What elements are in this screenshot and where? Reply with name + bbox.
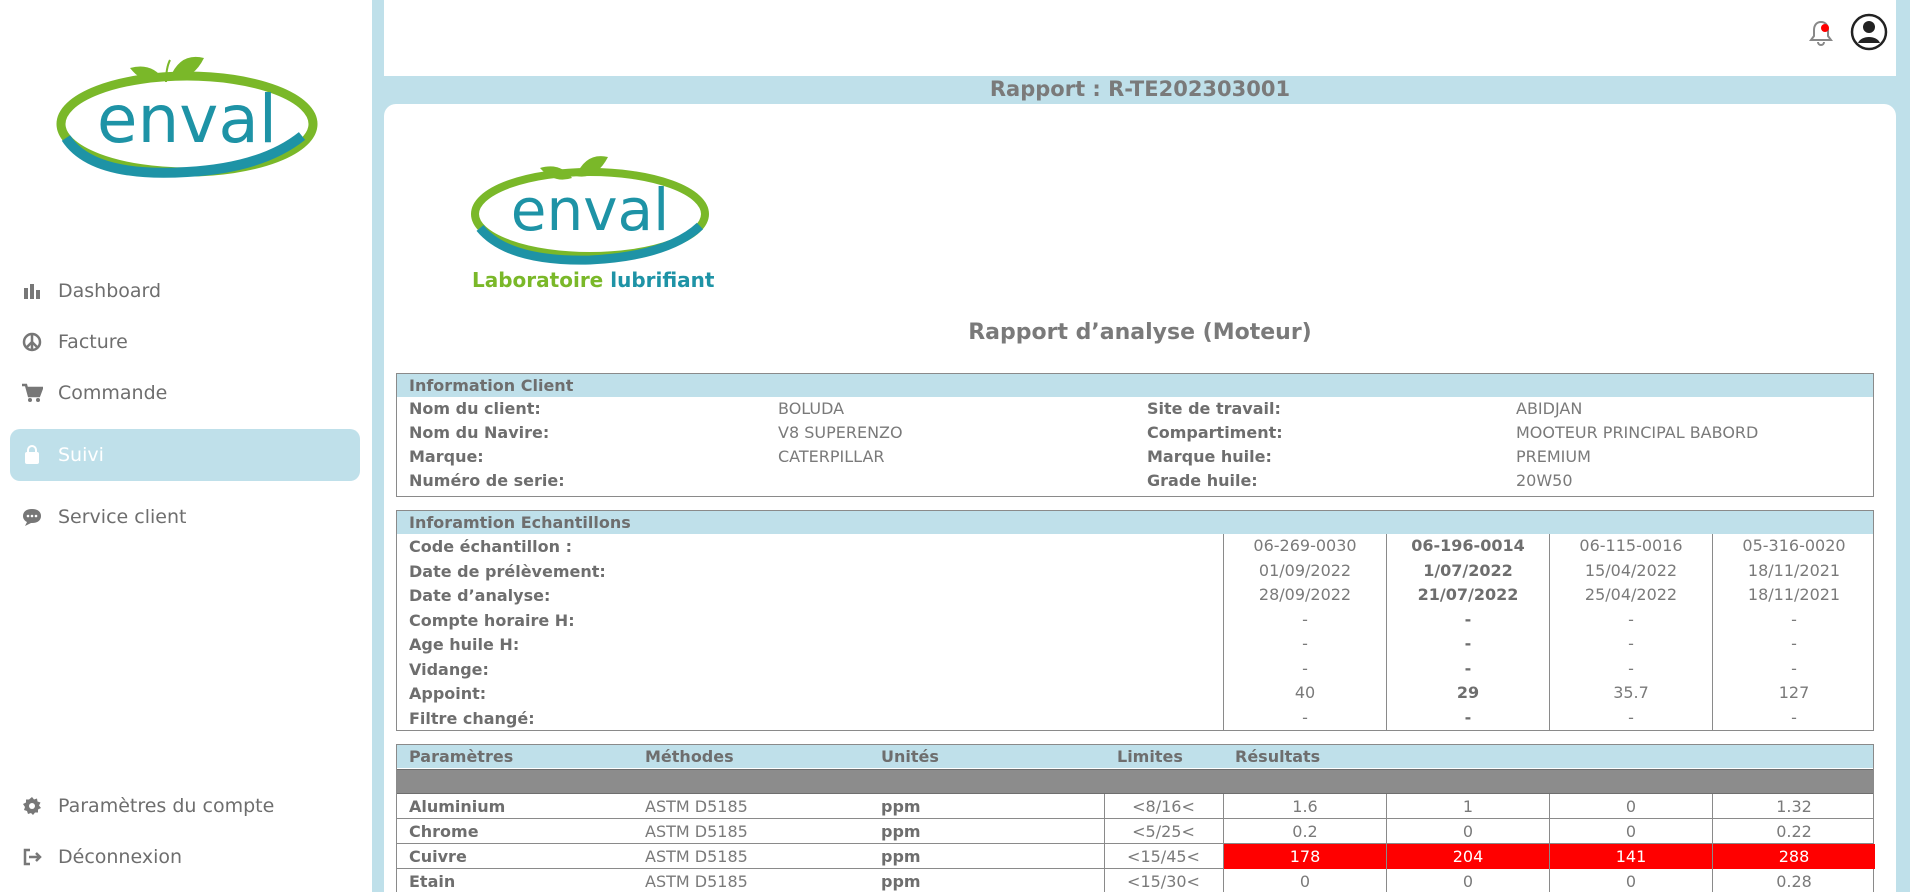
col-header-limit: Limites xyxy=(1117,747,1183,766)
report-title: Rapport : R-TE202303001 xyxy=(989,77,1291,101)
client-info-section: Information Client Nom du client: Nom du… xyxy=(396,373,1874,497)
main-nav: Dashboard Facture Commande Suivi Service… xyxy=(10,266,360,543)
samples-heading: Inforamtion Echantillons xyxy=(397,511,1873,534)
param-result: 204 xyxy=(1386,844,1549,869)
sample-column: 06-269-0030 01/09/2022 28/09/2022- - -40- xyxy=(1223,534,1386,731)
param-result: 141 xyxy=(1549,844,1712,869)
param-unit: ppm xyxy=(881,872,921,891)
table-row: Chrome ASTM D5185 ppm <5/25< 0.2 0 0 0.22 xyxy=(397,819,1873,844)
param-name: Etain xyxy=(409,872,456,891)
bell-icon[interactable] xyxy=(1808,18,1834,48)
analysis-title: Rapport d’analyse (Moteur) xyxy=(968,320,1312,345)
client-left-labels: Nom du client: Nom du Navire: Marque: Nu… xyxy=(409,399,565,490)
param-result: 0 xyxy=(1223,869,1386,892)
parameters-header: Paramètres Méthodes Unités Limites Résul… xyxy=(397,745,1873,768)
param-result: 0 xyxy=(1549,794,1712,819)
nav-service-client-label: Service client xyxy=(58,506,187,528)
enval-logo[interactable]: enval xyxy=(52,38,322,188)
client-left-values: BOLUDA V8 SUPERENZO CATERPILLAR xyxy=(778,399,903,466)
chat-icon xyxy=(20,506,44,528)
param-result: 1.6 xyxy=(1223,794,1386,819)
param-limit: <15/30< xyxy=(1104,869,1222,892)
samples-section: Inforamtion Echantillons Code échantillo… xyxy=(396,510,1874,731)
param-limit: <15/45< xyxy=(1104,844,1222,869)
nav-suivi-label: Suivi xyxy=(58,444,104,466)
param-name: Aluminium xyxy=(409,797,506,816)
param-method: ASTM D5185 xyxy=(645,822,748,841)
sample-column: 05-316-0020 18/11/2021 18/11/2021- - -127- xyxy=(1712,534,1875,731)
client-right-values: ABIDJAN MOOTEUR PRINCIPAL BABORD PREMIUM… xyxy=(1516,399,1759,490)
sample-column: 06-196-0014 1/07/2022 21/07/2022- - -29- xyxy=(1386,534,1549,731)
nav-dashboard[interactable]: Dashboard xyxy=(10,266,360,316)
nav-facture[interactable]: Facture xyxy=(10,317,360,367)
param-result: 0.2 xyxy=(1223,819,1386,844)
nav-logout-label: Déconnexion xyxy=(58,846,183,868)
nav-dashboard-label: Dashboard xyxy=(58,280,162,302)
param-result: 1.32 xyxy=(1712,794,1875,819)
param-result: 0.28 xyxy=(1712,869,1875,892)
section-divider xyxy=(397,769,1873,794)
col-header-param: Paramètres xyxy=(409,747,514,766)
nav-service-client[interactable]: Service client xyxy=(10,492,360,542)
sidebar: enval Dashboard Facture Commande Suivi S… xyxy=(0,0,372,892)
param-method: ASTM D5185 xyxy=(645,797,748,816)
param-result: 0 xyxy=(1386,819,1549,844)
svg-text:enval: enval xyxy=(511,176,669,244)
param-unit: ppm xyxy=(881,847,921,866)
param-result: 1 xyxy=(1386,794,1549,819)
param-name: Cuivre xyxy=(409,847,467,866)
lab-subtitle: Laboratoire lubrifiant xyxy=(472,268,715,292)
client-info-heading: Information Client xyxy=(397,374,1873,397)
user-circle-icon[interactable] xyxy=(1850,13,1888,51)
bar-chart-icon xyxy=(20,280,44,302)
param-result: 0 xyxy=(1549,869,1712,892)
nav-commande[interactable]: Commande xyxy=(10,368,360,418)
param-method: ASTM D5185 xyxy=(645,847,748,866)
param-unit: ppm xyxy=(881,822,921,841)
table-row: Aluminium ASTM D5185 ppm <8/16< 1.6 1 0 1.32 xyxy=(397,794,1873,819)
param-result: 0.22 xyxy=(1712,819,1875,844)
nav-facture-label: Facture xyxy=(58,331,128,353)
col-header-result: Résultats xyxy=(1235,747,1321,766)
svg-text:enval: enval xyxy=(97,81,277,158)
param-unit: ppm xyxy=(881,797,921,816)
param-name: Chrome xyxy=(409,822,479,841)
param-limit: <8/16< xyxy=(1104,794,1222,819)
client-right-labels: Site de travail: Compartiment: Marque hu… xyxy=(1147,399,1283,490)
report-card: enval Laboratoire lubrifiant Rapport d’a… xyxy=(384,104,1896,892)
peace-icon xyxy=(20,331,44,353)
logout-icon xyxy=(20,846,44,868)
param-result: 288 xyxy=(1712,844,1875,869)
param-limit: <5/25< xyxy=(1104,819,1222,844)
gear-icon xyxy=(20,795,44,817)
table-row: Etain ASTM D5185 ppm <15/30< 0 0 0 0.28 xyxy=(397,869,1873,892)
param-result: 0 xyxy=(1549,819,1712,844)
nav-logout[interactable]: Déconnexion xyxy=(10,832,360,882)
nav-suivi[interactable]: Suivi xyxy=(10,429,360,481)
bag-icon xyxy=(20,444,44,466)
cart-icon xyxy=(20,382,44,404)
nav-commande-label: Commande xyxy=(58,382,168,404)
col-header-unit: Unités xyxy=(881,747,939,766)
nav-account-settings[interactable]: Paramètres du compte xyxy=(10,781,360,831)
col-header-method: Méthodes xyxy=(645,747,734,766)
bottom-nav: Paramètres du compte Déconnexion xyxy=(10,781,360,883)
param-result: 0 xyxy=(1386,869,1549,892)
parameters-table: Paramètres Méthodes Unités Limites Résul… xyxy=(396,744,1875,892)
param-method: ASTM D5185 xyxy=(645,872,748,891)
top-bar xyxy=(384,0,1896,76)
samples-labels: Code échantillon : Date de prélèvement: … xyxy=(409,537,606,728)
table-row: Cuivre ASTM D5185 ppm <15/45< 178 204 141 288 xyxy=(397,844,1875,869)
sample-column: 06-115-0016 15/04/2022 25/04/2022- - -35.7- xyxy=(1549,534,1712,731)
param-result: 178 xyxy=(1223,844,1386,869)
nav-account-settings-label: Paramètres du compte xyxy=(58,795,275,817)
